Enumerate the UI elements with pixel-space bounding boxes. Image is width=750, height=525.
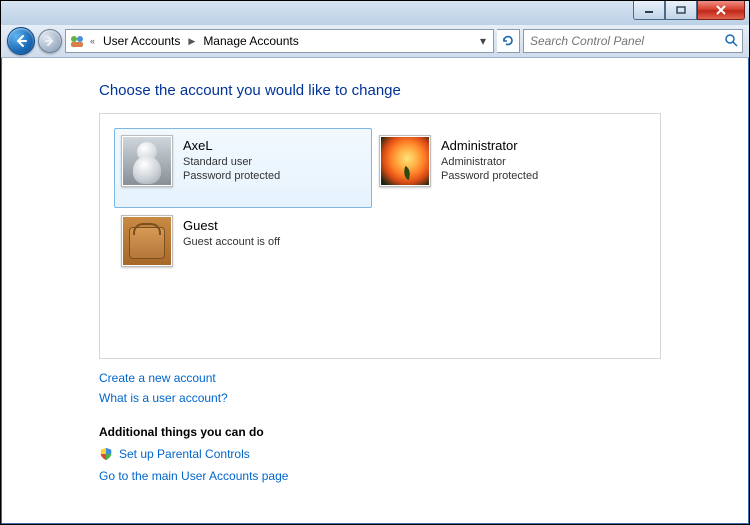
account-type: Standard user	[183, 155, 280, 170]
back-button[interactable]	[7, 27, 35, 55]
link-main-user-accounts[interactable]: Go to the main User Accounts page	[99, 469, 747, 483]
account-status: Password protected	[441, 169, 538, 184]
minimize-button[interactable]	[633, 1, 665, 20]
breadcrumb[interactable]: « User Accounts ▶ Manage Accounts ▾	[65, 29, 494, 53]
forward-button[interactable]	[38, 29, 62, 53]
link-what-is-account[interactable]: What is a user account?	[99, 391, 747, 405]
breadcrumb-item-user-accounts[interactable]: User Accounts	[99, 34, 184, 48]
search-icon	[724, 33, 738, 50]
arrow-right-icon	[44, 35, 56, 47]
avatar	[121, 135, 173, 187]
shield-icon	[99, 447, 113, 461]
account-name: Guest	[183, 217, 280, 235]
page-title: Choose the account you would like to cha…	[99, 82, 747, 99]
account-name: Administrator	[441, 137, 538, 155]
refresh-icon	[501, 34, 515, 48]
account-type: Administrator	[441, 155, 538, 170]
breadcrumb-item-manage-accounts[interactable]: Manage Accounts	[199, 34, 302, 48]
account-name: AxeL	[183, 137, 280, 155]
close-button[interactable]	[697, 1, 745, 20]
account-status: Password protected	[183, 169, 280, 184]
link-parental-controls[interactable]: Set up Parental Controls	[119, 447, 250, 461]
navbar: « User Accounts ▶ Manage Accounts ▾	[1, 25, 749, 58]
refresh-button[interactable]	[497, 29, 520, 53]
account-administrator[interactable]: Administrator Administrator Password pro…	[372, 128, 630, 208]
account-axel[interactable]: AxeL Standard user Password protected	[114, 128, 372, 208]
user-accounts-icon	[68, 32, 86, 50]
accounts-panel: AxeL Standard user Password protected Ad…	[99, 113, 661, 359]
avatar	[379, 135, 431, 187]
maximize-button[interactable]	[665, 1, 697, 20]
search-box[interactable]	[523, 29, 743, 53]
arrow-left-icon	[14, 34, 28, 48]
chevron-right-icon: ▶	[188, 36, 195, 47]
account-type: Guest account is off	[183, 235, 280, 250]
window: « User Accounts ▶ Manage Accounts ▾ Choo…	[0, 0, 750, 525]
minimize-icon	[644, 6, 654, 14]
breadcrumb-prefix: «	[90, 36, 95, 46]
titlebar	[1, 1, 749, 25]
breadcrumb-dropdown[interactable]: ▾	[475, 34, 491, 48]
close-icon	[715, 5, 727, 15]
search-input[interactable]	[528, 33, 738, 49]
content-area: Choose the account you would like to cha…	[3, 58, 747, 522]
maximize-icon	[676, 6, 686, 14]
link-create-account[interactable]: Create a new account	[99, 371, 747, 385]
avatar	[121, 215, 173, 267]
additional-header: Additional things you can do	[99, 425, 747, 439]
account-guest[interactable]: Guest Guest account is off	[114, 208, 372, 288]
